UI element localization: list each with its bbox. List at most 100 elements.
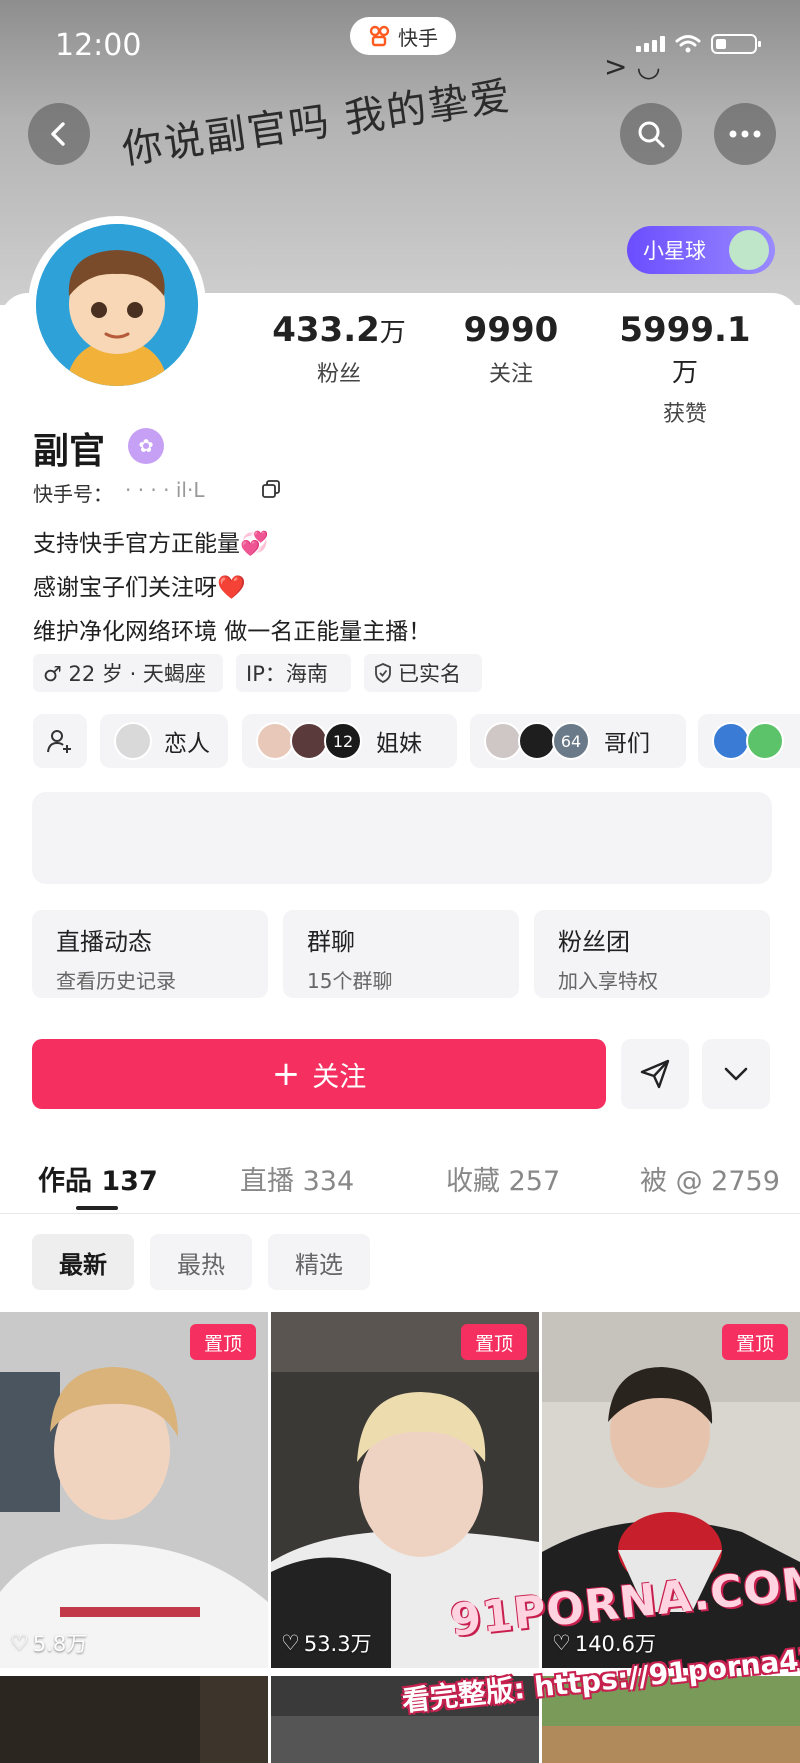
tab-works[interactable]: 作品 137 (38, 1159, 158, 1198)
divider (0, 1213, 800, 1214)
relation-avatar (746, 722, 784, 760)
quick-card-group-chat[interactable]: 群聊 15个群聊 (283, 910, 519, 998)
relation-more[interactable] (698, 714, 800, 768)
app-name: 快手 (398, 25, 438, 50)
stat-following[interactable]: 9990 关注 (436, 310, 586, 388)
planet-badge-label: 小星球 (643, 239, 706, 263)
filter-latest[interactable]: 最新 (32, 1234, 134, 1290)
heart-icon: ♡ (281, 1631, 300, 1655)
stat-likes-unit: 万 (671, 358, 698, 388)
relation-lover-label: 恋人 (164, 731, 210, 757)
pinned-badge: 置顶 (461, 1324, 527, 1360)
tag-ip-text: IP：海南 (246, 662, 328, 686)
relation-lover[interactable]: 恋人 (100, 714, 228, 768)
back-button[interactable] (28, 103, 90, 165)
tag-verified: 已实名 (364, 654, 482, 692)
video-thumbnail[interactable] (0, 1676, 268, 1763)
relation-sisters[interactable]: 12 姐妹 (242, 714, 457, 768)
stat-following-value: 9990 (463, 310, 559, 350)
bio-line-1: 支持快手官方正能量💞 (33, 531, 269, 557)
relation-brothers[interactable]: 64 哥们 (470, 714, 686, 768)
relation-avatar (114, 722, 152, 760)
filter-hottest[interactable]: 最热 (150, 1234, 252, 1290)
status-time: 12:00 (55, 28, 142, 63)
notice-panel (32, 792, 772, 884)
relation-sisters-count: 12 (324, 722, 362, 760)
quick-card-title: 直播动态 (56, 928, 152, 956)
stat-fans-label: 粉丝 (316, 362, 361, 387)
app-indicator[interactable]: 快手 (350, 17, 456, 55)
plus-icon: + (271, 1054, 301, 1094)
tab-mentions[interactable]: 被 @ 2759 (640, 1159, 780, 1198)
video-likes: ♡ 53.3万 (281, 1628, 372, 1658)
video-cover-image (0, 1676, 268, 1763)
more-dots-icon (729, 130, 761, 138)
search-icon (638, 121, 665, 148)
cellular-signal-icon (636, 36, 665, 52)
relation-avatar (712, 722, 750, 760)
add-friend-button[interactable] (33, 714, 87, 768)
search-button[interactable] (620, 103, 682, 165)
more-button[interactable] (714, 103, 776, 165)
tab-favorites[interactable]: 收藏 257 (446, 1159, 560, 1198)
send-icon (640, 1059, 670, 1089)
tag-age-zodiac-text: ♂ 22 岁 · 天蝎座 (43, 662, 206, 686)
cover-text: 你说副官吗 我的挚爱 (119, 73, 515, 174)
expand-button[interactable] (702, 1039, 770, 1109)
tag-ip: IP：海南 (236, 654, 351, 692)
cartoon-avatar-icon (36, 224, 198, 386)
follow-label: 关注 (312, 1061, 367, 1093)
quick-card-subtitle: 查看历史记录 (56, 969, 176, 993)
video-thumbnail[interactable]: 置顶 ♡ 5.8万 (0, 1312, 268, 1668)
quick-card-title: 粉丝团 (558, 928, 630, 956)
relation-sisters-label: 姐妹 (376, 731, 422, 757)
relation-brothers-count: 64 (552, 722, 590, 760)
bio-line-2: 感谢宝子们关注呀❤️ (33, 575, 246, 601)
relation-brothers-label: 哥们 (604, 731, 650, 757)
relation-avatar (518, 722, 556, 760)
kuaishou-logo-icon (369, 25, 390, 47)
heart-icon: ♡ (10, 1631, 29, 1655)
shield-icon (375, 663, 391, 683)
battery-icon (711, 34, 761, 54)
stat-likes-label: 获赞 (662, 402, 707, 427)
kuaishou-id-label: 快手号： (33, 482, 113, 506)
message-button[interactable] (621, 1039, 689, 1109)
cover-doodle: > ◡ (604, 50, 661, 83)
quick-card-fan-club[interactable]: 粉丝团 加入享特权 (534, 910, 770, 998)
relation-avatar (290, 722, 328, 760)
video-likes-count: 53.3万 (303, 1632, 372, 1656)
pinned-badge: 置顶 (722, 1324, 788, 1360)
wifi-icon (675, 35, 701, 53)
stat-fans-unit: 万 (379, 318, 406, 348)
quick-card-live-history[interactable]: 直播动态 查看历史记录 (32, 910, 268, 998)
bio-line-3: 维护净化网络环境 做一名正能量主播！ (33, 619, 432, 645)
stat-fans-value: 433.2 (272, 310, 380, 350)
quick-card-subtitle: 15个群聊 (307, 969, 393, 993)
quick-card-title: 群聊 (307, 928, 355, 956)
planet-badge[interactable]: 小星球 (627, 226, 775, 274)
pinned-badge: 置顶 (190, 1324, 256, 1360)
tag-verified-text: 已实名 (398, 662, 461, 686)
stat-following-label: 关注 (488, 362, 533, 387)
copy-icon[interactable] (262, 480, 280, 498)
stat-fans[interactable]: 433.2万 粉丝 (264, 310, 414, 388)
tag-age-zodiac: ♂ 22 岁 · 天蝎座 (33, 654, 223, 692)
avatar[interactable] (36, 224, 198, 386)
filter-featured[interactable]: 精选 (268, 1234, 370, 1290)
relation-avatar (256, 722, 294, 760)
tab-live[interactable]: 直播 334 (240, 1159, 354, 1198)
back-arrow-icon (51, 122, 65, 146)
kuaishou-id-value: · · · · il·L (125, 478, 205, 502)
status-icons (636, 34, 761, 54)
planet-mascot-icon (729, 230, 769, 270)
follow-button[interactable]: + 关注 (32, 1039, 606, 1109)
relation-avatar (484, 722, 522, 760)
tab-indicator (76, 1206, 118, 1210)
video-likes: ♡ 5.8万 (10, 1628, 87, 1658)
stat-likes-value: 5999.1 (619, 310, 751, 350)
chevron-down-icon (724, 1067, 748, 1081)
video-likes-count: 5.8万 (32, 1632, 88, 1656)
stat-likes[interactable]: 5999.1 万 获赞 (610, 310, 760, 428)
verified-icon[interactable]: ✿ (128, 428, 164, 464)
